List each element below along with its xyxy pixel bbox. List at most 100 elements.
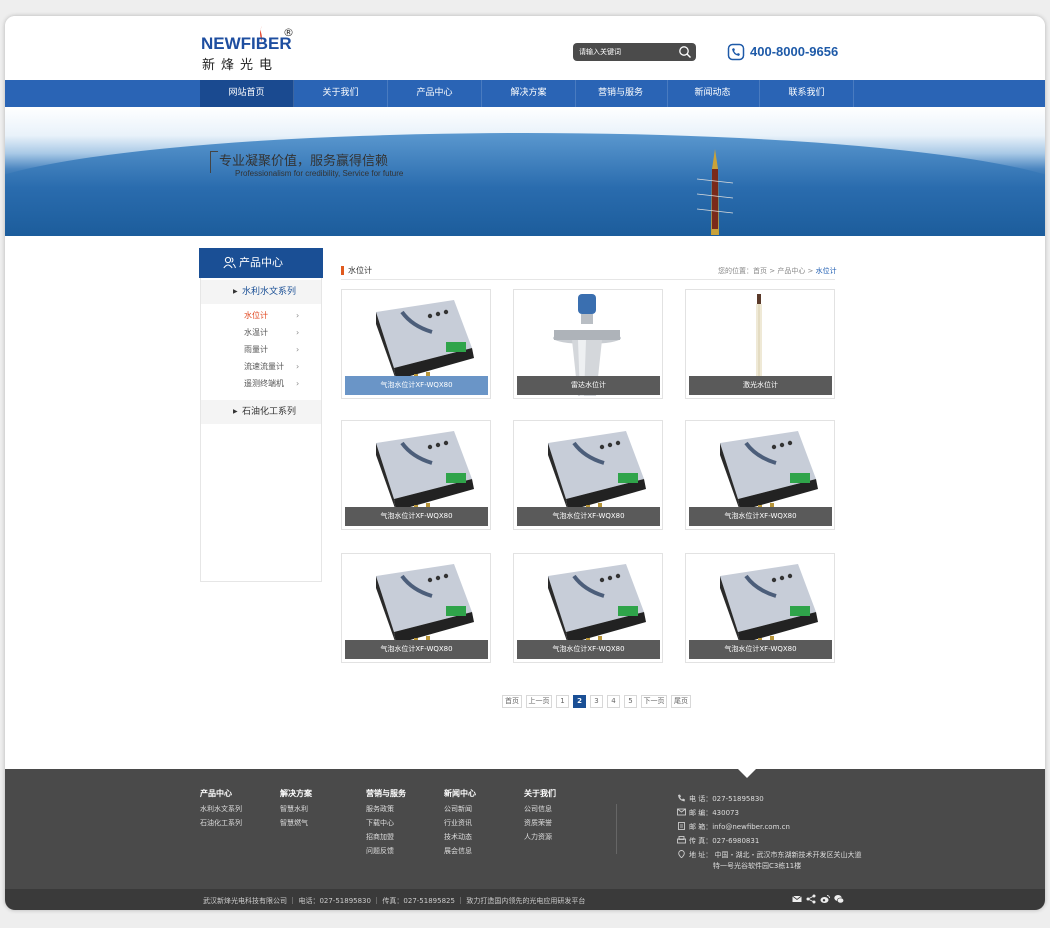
share-icon[interactable]: [806, 894, 816, 904]
page-last-button[interactable]: 尾页: [671, 695, 691, 708]
location-pin-icon: [678, 850, 685, 858]
breadcrumb-separator: >: [767, 267, 778, 275]
nav-item-about[interactable]: 关于我们: [294, 80, 388, 107]
footer-col-heading: 新闻中心: [444, 789, 476, 798]
footer-link[interactable]: 展会信息: [444, 844, 476, 858]
product-card[interactable]: 气泡水位计XF-WQX80: [341, 420, 491, 530]
chevron-right-icon: ›: [296, 362, 300, 371]
footer-link[interactable]: 水利水文系列: [200, 802, 242, 816]
footer-col-heading: 营销与服务: [366, 789, 406, 798]
product-card[interactable]: 气泡水位计XF-WQX80: [341, 553, 491, 663]
contact-text: 特一号光谷软件园C3栋11楼: [713, 862, 802, 870]
product-card[interactable]: 气泡水位计XF-WQX80: [341, 289, 491, 399]
sidebar-item-label: 流速流量计: [244, 362, 284, 371]
contact-text[interactable]: 邮 箱：info@newfiber.com.cn: [689, 822, 790, 832]
product-card-caption: 雷达水位计: [517, 376, 660, 395]
footer-link[interactable]: 行业资讯: [444, 816, 476, 830]
title-accent-bar: [341, 266, 344, 275]
sidebar-item-water-level[interactable]: 水位计 ›: [244, 309, 304, 323]
sidebar-item-label: 水位计: [244, 311, 268, 320]
chevron-right-icon: ›: [296, 379, 300, 388]
footer-link[interactable]: 下载中心: [366, 816, 406, 830]
product-card[interactable]: 气泡水位计XF-WQX80: [513, 553, 663, 663]
footer-link[interactable]: 招商加盟: [366, 830, 406, 844]
users-icon: [223, 256, 236, 269]
slogan-english: Professionalism for credibility, Service…: [235, 169, 404, 178]
footer-link[interactable]: 资质荣誉: [524, 816, 556, 830]
page-3-button[interactable]: 3: [590, 695, 603, 708]
mail-icon: [677, 808, 686, 816]
sidebar-category-water[interactable]: ▶ 水利水文系列: [201, 280, 321, 304]
sidebar-item-flow-meter[interactable]: 流速流量计 ›: [244, 360, 304, 374]
breadcrumb-current: 水位计: [815, 267, 837, 275]
weibo-icon[interactable]: [820, 894, 830, 904]
sidebar-item-rain-gauge[interactable]: 雨量计 ›: [244, 343, 304, 357]
footer-link[interactable]: 问题反馈: [366, 844, 406, 858]
product-card[interactable]: 气泡水位计XF-WQX80: [685, 553, 835, 663]
sidebar-item-label: 雨量计: [244, 345, 268, 354]
phone-24h-icon: [727, 43, 745, 61]
product-card[interactable]: 气泡水位计XF-WQX80: [685, 420, 835, 530]
nav-item-solutions[interactable]: 解决方案: [482, 80, 576, 107]
breadcrumb-separator: >: [805, 267, 816, 275]
footer-col-about: 关于我们 公司信息 资质荣誉 人力资源: [524, 788, 556, 844]
footer-link[interactable]: 公司信息: [524, 802, 556, 816]
chevron-right-icon: ›: [296, 345, 300, 354]
triangle-right-icon: ▶: [233, 408, 238, 415]
chevron-right-icon: ›: [296, 328, 300, 337]
triangle-right-icon: ▶: [233, 288, 238, 295]
product-card[interactable]: 雷达水位计: [513, 289, 663, 399]
rowing-boat-image: [696, 149, 734, 235]
logo-chinese: 新烽光电: [202, 58, 279, 73]
sidebar-item-label: 遥测终端机: [244, 379, 284, 388]
search-icon[interactable]: [678, 45, 692, 59]
breadcrumb-home[interactable]: 首页: [753, 267, 767, 275]
breadcrumb-section[interactable]: 产品中心: [777, 267, 805, 275]
sidebar-title: 产品中心: [199, 248, 323, 278]
page-first-button[interactable]: 首页: [502, 695, 522, 708]
site-header: NEWFIBER ® 新烽光电 400-8000-9656: [5, 16, 1045, 80]
product-card-caption: 气泡水位计XF-WQX80: [345, 507, 488, 526]
nav-item-home[interactable]: 网站首页: [200, 80, 294, 107]
product-card-caption: 气泡水位计XF-WQX80: [689, 640, 832, 659]
product-card[interactable]: 气泡水位计XF-WQX80: [513, 420, 663, 530]
page-frame: NEWFIBER ® 新烽光电 400-8000-9656 网站首页 关于我们 …: [5, 16, 1045, 910]
sidebar-item-water-temp[interactable]: 水温计 ›: [244, 326, 304, 340]
footer-link[interactable]: 人力资源: [524, 830, 556, 844]
page-next-button[interactable]: 下一页: [641, 695, 667, 708]
footer-link[interactable]: 石油化工系列: [200, 816, 242, 830]
contact-text: 邮 编：430073: [689, 809, 739, 817]
product-card-caption: 气泡水位计XF-WQX80: [517, 507, 660, 526]
email-icon[interactable]: [792, 894, 802, 904]
page-2-button[interactable]: 2: [573, 695, 586, 708]
site-logo[interactable]: NEWFIBER ® 新烽光电: [201, 24, 301, 73]
nav-item-service[interactable]: 营销与服务: [574, 80, 668, 107]
slogan-chinese: 专业凝聚价值，服务赢得信赖: [219, 154, 389, 169]
footer-col-solutions: 解决方案 智慧水利 智慧燃气: [280, 788, 312, 830]
page-5-button[interactable]: 5: [624, 695, 637, 708]
breadcrumb: 您的位置：首页 > 产品中心 > 水位计: [718, 266, 837, 276]
footer-link[interactable]: 技术动态: [444, 830, 476, 844]
sidebar-category-petrochem[interactable]: ▶ 石油化工系列: [201, 400, 321, 424]
nav-item-news[interactable]: 新闻动态: [666, 80, 760, 107]
sidebar-title-text: 产品中心: [239, 256, 283, 269]
footer-link[interactable]: 公司新闻: [444, 802, 476, 816]
wechat-icon[interactable]: [834, 894, 844, 904]
slogan-bracket: [210, 151, 218, 173]
sidebar-item-telemetry[interactable]: 遥测终端机 ›: [244, 377, 304, 391]
product-card[interactable]: 激光水位计: [685, 289, 835, 399]
footer-notch: [738, 769, 756, 778]
hotline-number[interactable]: 400-8000-9656: [750, 44, 838, 59]
footer-link[interactable]: 服务政策: [366, 802, 406, 816]
page-prev-button[interactable]: 上一页: [526, 695, 552, 708]
nav-item-products[interactable]: 产品中心: [388, 80, 482, 107]
nav-item-contact[interactable]: 联系我们: [760, 80, 854, 107]
sea-backdrop: [5, 133, 1045, 236]
footer-col-heading: 解决方案: [280, 789, 312, 798]
footer-link[interactable]: 智慧燃气: [280, 816, 312, 830]
page-4-button[interactable]: 4: [607, 695, 620, 708]
search-input[interactable]: [579, 43, 675, 61]
footer-link[interactable]: 智慧水利: [280, 802, 312, 816]
contact-text: 地 址： 中国・湖北・武汉市东湖新技术开发区关山大道: [689, 851, 862, 859]
page-1-button[interactable]: 1: [556, 695, 569, 708]
